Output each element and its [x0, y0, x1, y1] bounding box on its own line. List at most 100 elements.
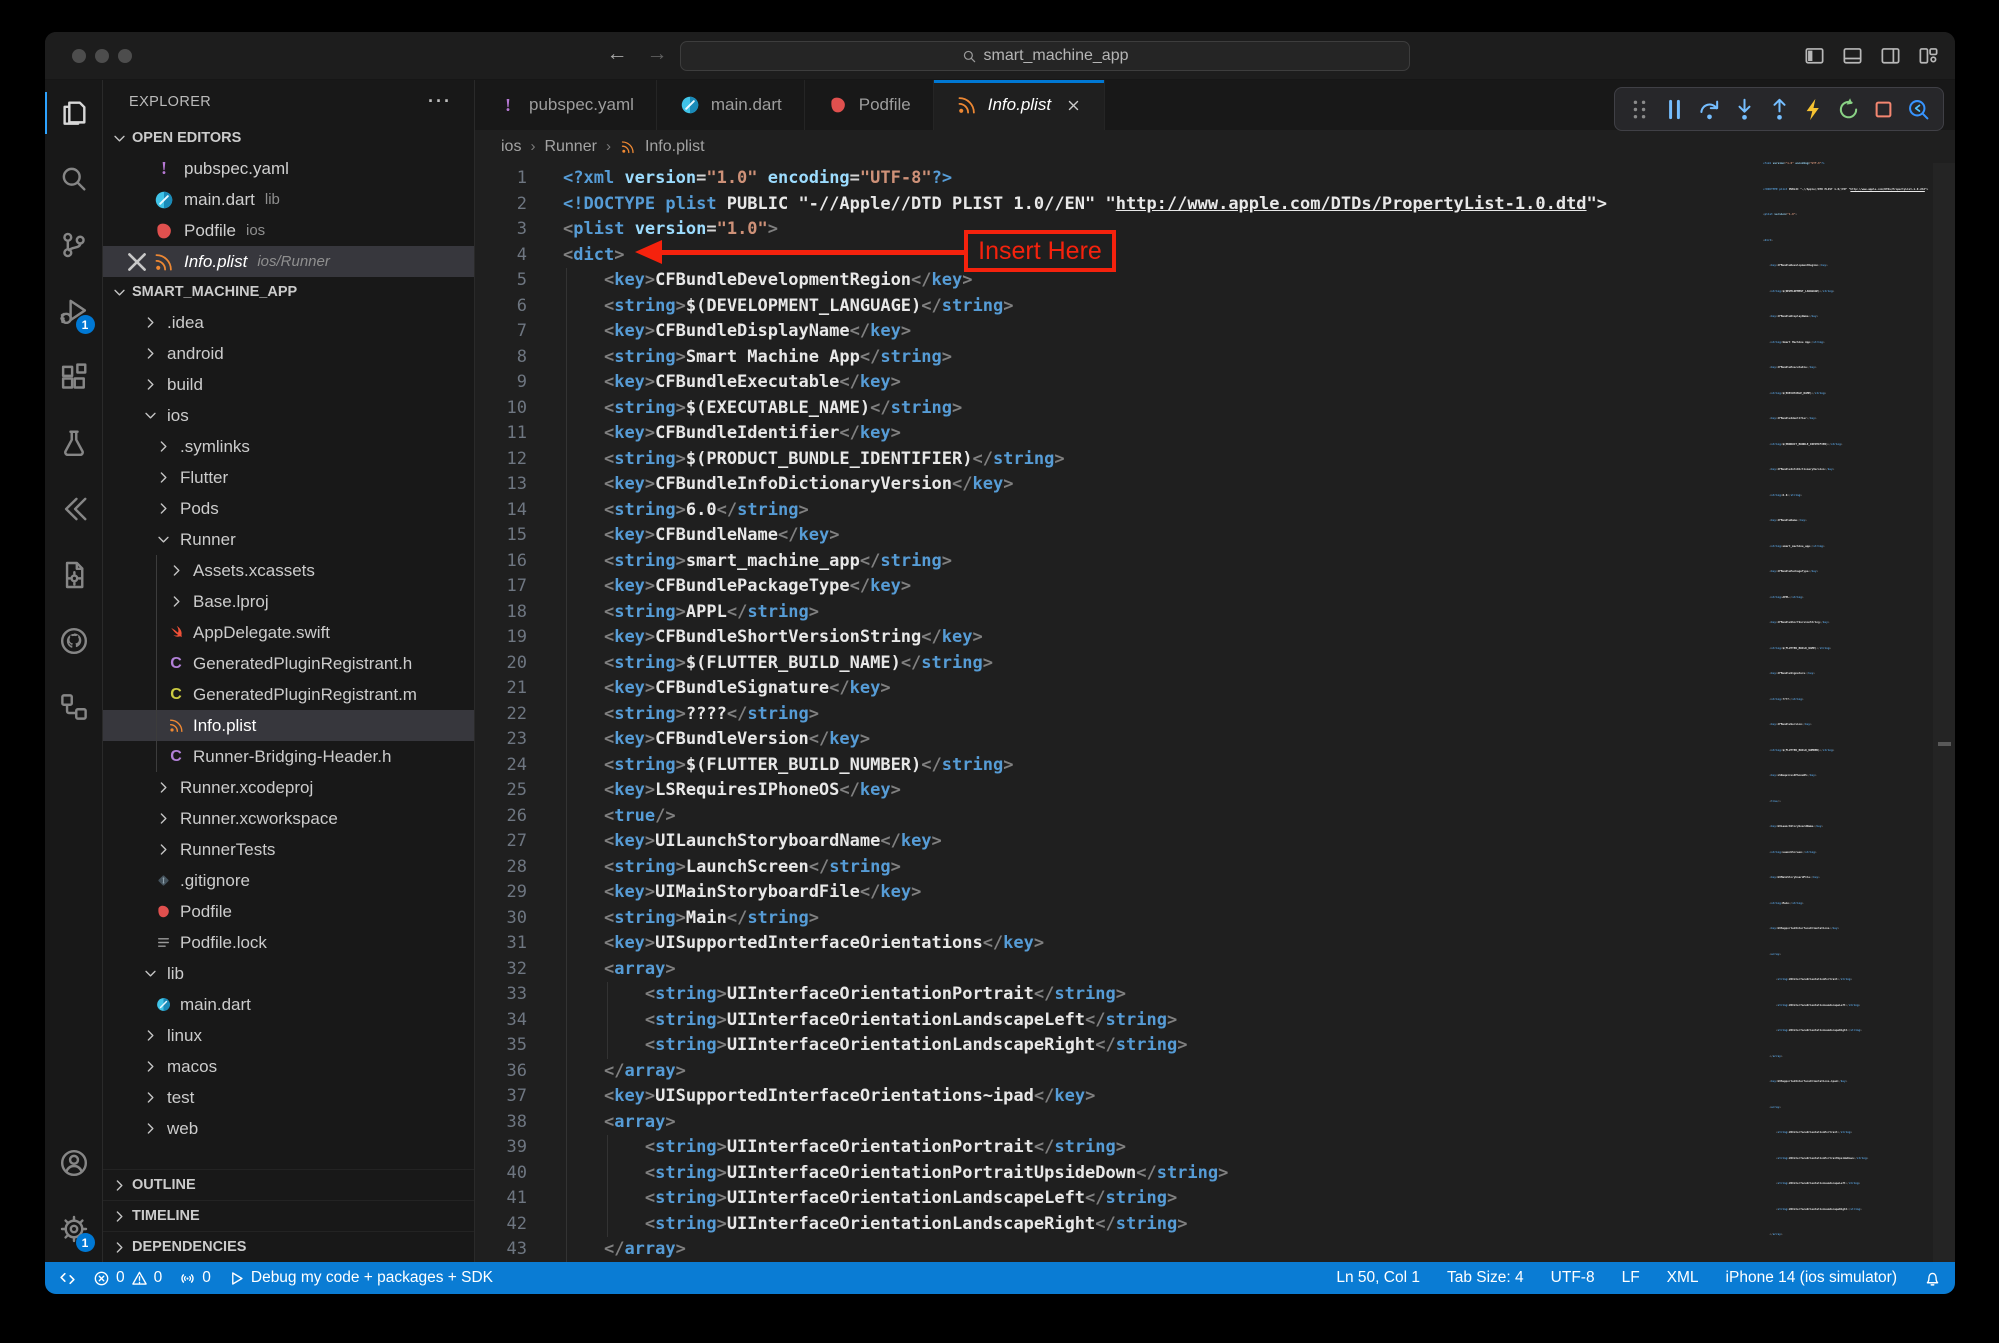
tree-item-runner-bridging-header-h[interactable]: CRunner-Bridging-Header.h: [103, 741, 474, 772]
sidebar-item-flutter[interactable]: [45, 476, 103, 542]
tree-item-podfile-lock[interactable]: Podfile.lock: [103, 927, 474, 958]
toggle-secondary-sidebar-icon[interactable]: [1880, 45, 1901, 66]
chevron-right-icon: [154, 500, 172, 518]
hot-reload-icon[interactable]: [1801, 97, 1826, 122]
device-selector[interactable]: iPhone 14 (ios simulator): [1726, 1269, 1897, 1287]
tree-item-pods[interactable]: Pods: [103, 493, 474, 524]
chevron-right-icon: [141, 1120, 159, 1138]
toggle-panel-icon[interactable]: [1842, 45, 1863, 66]
swift-icon: [167, 624, 185, 642]
language-mode[interactable]: XML: [1667, 1269, 1699, 1287]
tree-item-assets-xcassets[interactable]: Assets.xcassets: [103, 555, 474, 586]
tree-item-flutter[interactable]: Flutter: [103, 462, 474, 493]
indentation[interactable]: Tab Size: 4: [1447, 1269, 1524, 1287]
step-over-icon[interactable]: [1697, 97, 1722, 122]
line-number: 43: [475, 1237, 527, 1262]
tree-item-main-dart[interactable]: main.dart: [103, 989, 474, 1020]
breadcrumb-file[interactable]: Info.plist: [645, 138, 705, 156]
sidebar-item-source-control[interactable]: [45, 212, 103, 278]
cursor-position[interactable]: Ln 50, Col 1: [1336, 1269, 1420, 1287]
tab-info-plist[interactable]: Info.plist: [934, 80, 1105, 130]
code-editor[interactable]: 1<?xml version="1.0" encoding="UTF-8"?>2…: [475, 163, 1955, 1262]
tree-item-linux[interactable]: linux: [103, 1020, 474, 1051]
tree-item-runnertests[interactable]: RunnerTests: [103, 834, 474, 865]
debug-launch[interactable]: Debug my code + packages + SDK: [228, 1269, 493, 1287]
tree-item--symlinks[interactable]: .symlinks: [103, 431, 474, 462]
open-editor-info-plist[interactable]: Info.plist ios/Runner: [103, 246, 474, 277]
ports-indicator[interactable]: 0: [179, 1269, 211, 1287]
line-number: 32: [475, 957, 527, 983]
breadcrumb-parent[interactable]: Runner: [544, 138, 596, 156]
tree-item-runner-xcworkspace[interactable]: Runner.xcworkspace: [103, 803, 474, 834]
title-bar: ← → smart_machine_app: [45, 32, 1955, 80]
tree-item-macos[interactable]: macos: [103, 1051, 474, 1082]
open-editors-header[interactable]: OPEN EDITORS: [103, 123, 474, 153]
sidebar-item-run-debug[interactable]: 1: [45, 278, 103, 344]
sidebar-item-extensions[interactable]: [45, 344, 103, 410]
open-editor-pubspec[interactable]: ! pubspec.yaml: [103, 153, 474, 184]
tree-item-build[interactable]: build: [103, 369, 474, 400]
widget-inspector-icon[interactable]: [1906, 97, 1931, 122]
plist-icon: [956, 94, 978, 116]
tree-item-info-plist[interactable]: Info.plist: [103, 710, 474, 741]
tab-main-dart[interactable]: main.dart: [657, 80, 805, 130]
tree-item-android[interactable]: android: [103, 338, 474, 369]
command-center-search[interactable]: smart_machine_app: [680, 41, 1410, 71]
tree-item-ios[interactable]: ios: [103, 400, 474, 431]
sidebar-item-github[interactable]: [45, 608, 103, 674]
code-line: 24 <string>$(FLUTTER_BUILD_NUMBER)</stri…: [475, 753, 1955, 779]
sidebar-item-testing[interactable]: [45, 410, 103, 476]
close-window-button[interactable]: [72, 49, 86, 63]
sidebar-item-search[interactable]: [45, 146, 103, 212]
tree-item-generatedpluginregistrant-m[interactable]: CGeneratedPluginRegistrant.m: [103, 679, 474, 710]
open-editor-podfile[interactable]: Podfile ios: [103, 215, 474, 246]
customize-layout-icon[interactable]: [1918, 45, 1939, 66]
accounts-button[interactable]: [45, 1130, 103, 1196]
tree-item-appdelegate-swift[interactable]: AppDelegate.swift: [103, 617, 474, 648]
tree-item-podfile[interactable]: Podfile: [103, 896, 474, 927]
tree-item-test[interactable]: test: [103, 1082, 474, 1113]
settings-button[interactable]: 1: [45, 1196, 103, 1262]
tree-item-web[interactable]: web: [103, 1113, 474, 1144]
pause-icon[interactable]: [1662, 97, 1687, 122]
open-editor-main-dart[interactable]: main.dart lib: [103, 184, 474, 215]
tab-pubspec-yaml[interactable]: ! pubspec.yaml: [475, 80, 657, 130]
section-outline[interactable]: OUTLINE: [103, 1169, 474, 1200]
notifications-button[interactable]: [1924, 1270, 1941, 1287]
close-icon[interactable]: [1065, 97, 1082, 114]
drag-handle-icon[interactable]: [1627, 97, 1652, 122]
sidebar-item-project-tools[interactable]: [45, 542, 103, 608]
step-out-icon[interactable]: [1767, 97, 1792, 122]
section-timeline[interactable]: TIMELINE: [103, 1200, 474, 1231]
tree-item--gitignore[interactable]: .gitignore: [103, 865, 474, 896]
close-icon[interactable]: [121, 246, 153, 278]
history-back-button[interactable]: ←: [603, 42, 631, 66]
explorer-actions-icon[interactable]: ···: [428, 91, 452, 112]
sidebar-item-references[interactable]: [45, 674, 103, 740]
section-dependencies[interactable]: DEPENDENCIES: [103, 1231, 474, 1262]
eol[interactable]: LF: [1622, 1269, 1640, 1287]
breadcrumb[interactable]: ios › Runner › Info.plist: [475, 130, 1955, 163]
tree-item--idea[interactable]: .idea: [103, 307, 474, 338]
breadcrumb-root[interactable]: ios: [501, 138, 521, 156]
sidebar-footer: OUTLINE TIMELINE DEPENDENCIES: [103, 1169, 474, 1262]
minimize-window-button[interactable]: [95, 49, 109, 63]
encoding[interactable]: UTF-8: [1551, 1269, 1595, 1287]
editor-scrollbar[interactable]: [1933, 163, 1955, 1262]
zoom-window-button[interactable]: [118, 49, 132, 63]
step-into-icon[interactable]: [1732, 97, 1757, 122]
tree-item-generatedpluginregistrant-h[interactable]: CGeneratedPluginRegistrant.h: [103, 648, 474, 679]
history-forward-button[interactable]: →: [643, 42, 671, 66]
problems-indicator[interactable]: 0 0: [93, 1269, 162, 1287]
tab-podfile[interactable]: Podfile: [805, 80, 934, 130]
remote-indicator[interactable]: [59, 1270, 76, 1287]
restart-icon[interactable]: [1836, 97, 1861, 122]
toggle-sidebar-icon[interactable]: [1804, 45, 1825, 66]
tree-item-runner-xcodeproj[interactable]: Runner.xcodeproj: [103, 772, 474, 803]
project-root-header[interactable]: SMART_MACHINE_APP: [103, 277, 474, 307]
tree-item-base-lproj[interactable]: Base.lproj: [103, 586, 474, 617]
sidebar-item-explorer[interactable]: [45, 80, 103, 146]
stop-icon[interactable]: [1871, 97, 1896, 122]
tree-item-lib[interactable]: lib: [103, 958, 474, 989]
tree-item-runner[interactable]: Runner: [103, 524, 474, 555]
